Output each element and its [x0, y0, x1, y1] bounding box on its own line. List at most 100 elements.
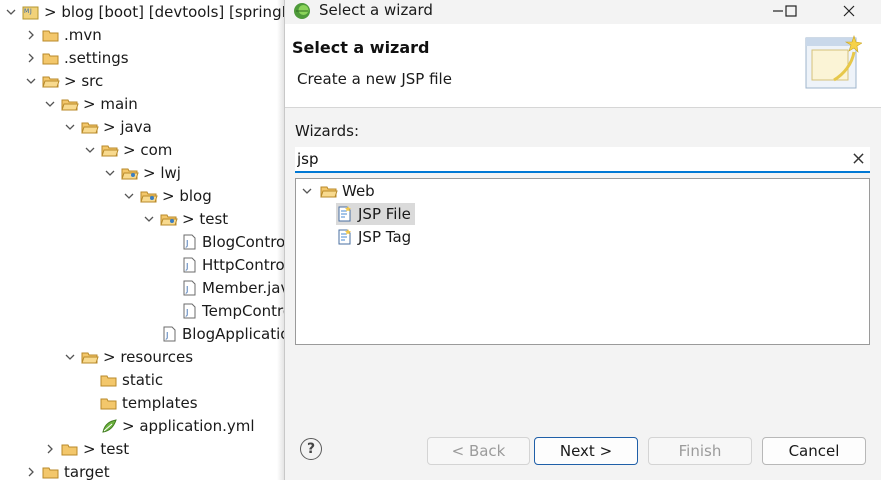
tree-item-label: HttpControllerTest.java: [202, 255, 284, 274]
tree-item-label: Member.java: [202, 278, 284, 297]
folder-icon: [61, 441, 79, 457]
tree-item-label: BlogController.java: [202, 232, 284, 251]
svg-text:J: J: [185, 285, 188, 294]
tree-item-blog-project[interactable]: MJ > blog [boot] [devtools] [springBoot]: [4, 0, 284, 23]
help-button[interactable]: ?: [300, 438, 322, 460]
finish-button[interactable]: Finish: [648, 437, 752, 465]
folder-icon: [100, 395, 118, 411]
wizard-item-jsp-file[interactable]: JSP File: [336, 203, 415, 225]
package-folder-icon: [160, 211, 178, 227]
chevron-right-icon[interactable]: [24, 465, 38, 479]
next-button[interactable]: Next >: [534, 437, 638, 465]
wizard-item-jsp-tag[interactable]: JSP Tag: [336, 226, 415, 248]
tree-item-label: > resources: [103, 347, 194, 366]
tree-item-label: > application.yml: [122, 416, 255, 435]
wizard-tree-label: JSP Tag: [358, 228, 412, 246]
folder-icon: [42, 73, 60, 89]
tree-item-label: BlogApplication.java: [182, 324, 284, 343]
folder-icon: [81, 119, 99, 135]
tree-item-blog-application[interactable]: J BlogApplication.java: [160, 322, 284, 345]
tree-item-lwj[interactable]: > lwj: [103, 161, 181, 184]
wizard-footer: ? < Back Next > Finish Cancel: [285, 422, 881, 480]
tree-item-http-controller[interactable]: J HttpControllerTest.java: [180, 253, 284, 276]
eclipse-app-icon: [293, 2, 311, 20]
chevron-down-icon[interactable]: [24, 74, 38, 88]
wizard-filter-input[interactable]: [297, 148, 837, 170]
chevron-right-icon[interactable]: [24, 51, 38, 65]
java-file-icon: J: [180, 234, 198, 250]
svg-text:J: J: [29, 8, 32, 15]
package-folder-icon: [140, 188, 158, 204]
folder-icon: [81, 349, 99, 365]
svg-text:J: J: [185, 239, 188, 248]
open-folder-icon: [320, 183, 338, 199]
svg-text:M: M: [24, 8, 29, 15]
java-file-icon: J: [180, 280, 198, 296]
tree-item-resources[interactable]: > resources: [63, 345, 193, 368]
tree-item-com[interactable]: > com: [83, 138, 172, 161]
chevron-right-icon[interactable]: [24, 28, 38, 42]
tree-item-settings[interactable]: .settings: [24, 46, 129, 69]
tree-item-static[interactable]: static: [100, 368, 163, 391]
package-folder-icon: [121, 165, 139, 181]
tree-item-target[interactable]: target: [24, 460, 110, 480]
maximize-icon: [785, 5, 797, 17]
tree-item-java[interactable]: > java: [63, 115, 152, 138]
tree-item-test-folder[interactable]: > test: [43, 437, 129, 460]
tree-item-blog-controller[interactable]: J BlogController.java: [180, 230, 284, 253]
spring-yml-icon: [100, 418, 118, 434]
java-file-icon: J: [180, 257, 198, 273]
wizards-label: Wizards:: [295, 122, 360, 140]
tree-item-label: .mvn: [64, 25, 102, 44]
tree-item-label: > blog: [162, 186, 212, 205]
tree-item-blog-package[interactable]: > blog: [122, 184, 212, 207]
clear-filter-icon[interactable]: [850, 150, 866, 166]
wizard-category-web[interactable]: Web: [300, 180, 379, 202]
select-wizard-dialog: Select a wizard Select a wizard Create a…: [284, 0, 881, 480]
chevron-down-icon[interactable]: [43, 97, 57, 111]
chevron-down-icon[interactable]: [300, 184, 314, 198]
new-wizard-banner-icon: [804, 34, 863, 92]
maximize-button[interactable]: [768, 0, 814, 22]
wizard-header-description: Create a new JSP file: [297, 70, 452, 88]
tree-item-member[interactable]: J Member.java: [180, 276, 284, 299]
chevron-down-icon[interactable]: [63, 350, 77, 364]
tree-item-label: > test: [182, 209, 229, 228]
wizard-tree-label: Web: [342, 182, 375, 200]
tree-item-templates[interactable]: templates: [100, 391, 198, 414]
chevron-down-icon[interactable]: [63, 120, 77, 134]
tree-item-label: > src: [64, 71, 104, 90]
tree-item-label: > java: [103, 117, 152, 136]
close-icon: [843, 5, 855, 17]
back-button[interactable]: < Back: [427, 437, 530, 465]
tree-item-label: templates: [122, 393, 198, 412]
tree-item-label: .settings: [64, 48, 129, 67]
jsp-file-icon: [336, 206, 354, 222]
close-button[interactable]: [826, 0, 872, 22]
dialog-titlebar[interactable]: Select a wizard: [285, 0, 881, 24]
wizard-tree-label: JSP File: [358, 205, 411, 223]
wizard-body: Wizards: Web JSP File JSP Tag: [285, 109, 881, 409]
chevron-down-icon[interactable]: [4, 5, 18, 19]
tree-item-label: > lwj: [143, 163, 181, 182]
wizard-header-title: Select a wizard: [292, 38, 430, 57]
svg-text:J: J: [185, 262, 188, 271]
tree-item-test-package[interactable]: > test: [142, 207, 228, 230]
chevron-down-icon[interactable]: [142, 212, 156, 226]
cancel-button[interactable]: Cancel: [762, 437, 866, 465]
chevron-down-icon[interactable]: [83, 143, 97, 157]
tree-item-mvn[interactable]: .mvn: [24, 23, 102, 46]
tree-item-src[interactable]: > src: [24, 69, 103, 92]
tree-item-temp-controller[interactable]: J TempController.java: [180, 299, 284, 322]
folder-icon: [101, 142, 119, 158]
java-file-icon: J: [180, 303, 198, 319]
folder-icon: [100, 372, 118, 388]
chevron-right-icon[interactable]: [43, 442, 57, 456]
chevron-down-icon[interactable]: [122, 189, 136, 203]
svg-text:J: J: [165, 331, 168, 340]
chevron-down-icon[interactable]: [103, 166, 117, 180]
tree-item-main[interactable]: > main: [43, 92, 138, 115]
wizard-tree: Web JSP File JSP Tag: [295, 178, 870, 345]
tree-item-application-yml[interactable]: > application.yml: [100, 414, 255, 437]
jsp-tag-icon: [336, 229, 354, 245]
